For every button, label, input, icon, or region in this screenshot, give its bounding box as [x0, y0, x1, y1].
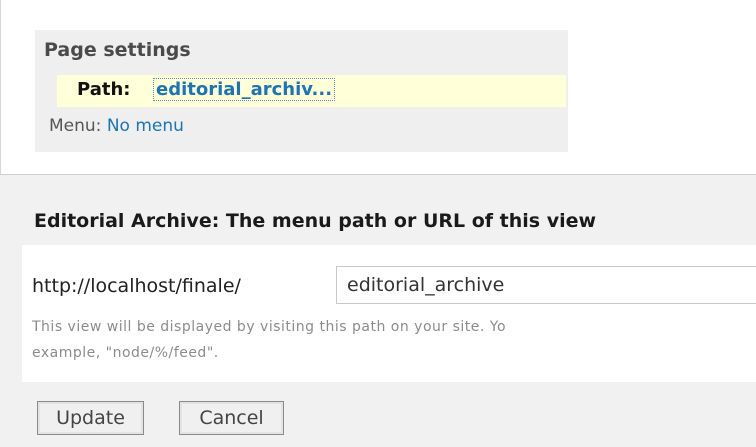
views-edit-summary: Page settings Path: editorial_archiv... …	[0, 0, 756, 176]
path-value-link[interactable]: editorial_archiv...	[153, 78, 336, 101]
help-text-line-2: example, "node/%/feed".	[32, 345, 219, 361]
menu-label: Menu:	[49, 116, 102, 136]
path-edit-form: Editorial Archive: The menu path or URL …	[0, 175, 756, 447]
update-button[interactable]: Update	[37, 401, 144, 435]
cancel-button[interactable]: Cancel	[179, 401, 284, 435]
path-input[interactable]	[336, 266, 756, 304]
path-setting-row: Path: editorial_archiv...	[57, 75, 566, 107]
url-prefix: http://localhost/finale/	[32, 275, 241, 297]
help-text-line-1: This view will be displayed by visiting …	[32, 319, 507, 335]
page-settings-panel: Page settings Path: editorial_archiv... …	[35, 30, 568, 152]
path-help-text: This view will be displayed by visiting …	[32, 314, 752, 366]
page-settings-title: Page settings	[44, 39, 191, 61]
menu-setting-row: Menu: No menu	[49, 116, 184, 136]
path-label: Path:	[77, 79, 131, 100]
menu-value-link[interactable]: No menu	[107, 116, 184, 136]
form-title: Editorial Archive: The menu path or URL …	[34, 210, 597, 232]
form-body: http://localhost/finale/ This view will …	[22, 245, 756, 382]
